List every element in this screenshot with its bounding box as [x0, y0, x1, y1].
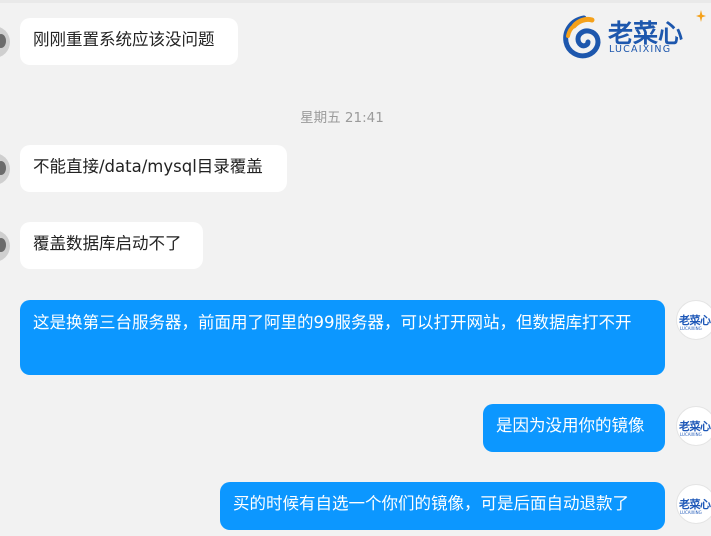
message-bubble-outgoing[interactable]: 是因为没用你的镜像: [483, 404, 665, 452]
logo-subtitle: LUCAIXING: [609, 44, 672, 55]
message-bubble-outgoing[interactable]: 买的时候有自选一个你们的镜像，可是后面自动退款了: [220, 482, 665, 530]
logo-mark-icon: [563, 15, 601, 59]
message-bubble-outgoing[interactable]: 这是换第三台服务器，前面用了阿里的99服务器，可以打开网站，但数据库打不开: [20, 300, 665, 375]
chat-timestamp: 星期五 21:41: [300, 110, 384, 126]
contact-avatar[interactable]: [0, 153, 10, 185]
top-divider: [0, 0, 711, 3]
contact-avatar[interactable]: [0, 26, 10, 58]
user-avatar[interactable]: 老菜心 LUCAIXING: [676, 406, 711, 446]
message-bubble-incoming[interactable]: 覆盖数据库启动不了: [20, 222, 203, 269]
user-avatar[interactable]: 老菜心 LUCAIXING: [676, 484, 711, 524]
contact-avatar[interactable]: [0, 230, 10, 262]
message-bubble-incoming[interactable]: 不能直接/data/mysql目录覆盖: [20, 145, 287, 192]
sparkle-icon: [696, 10, 706, 22]
message-bubble-incoming[interactable]: 刚刚重置系统应该没问题: [20, 18, 238, 65]
brand-logo: 老菜心 LUCAIXING: [556, 8, 706, 60]
user-avatar[interactable]: 老菜心 LUCAIXING: [676, 300, 711, 340]
